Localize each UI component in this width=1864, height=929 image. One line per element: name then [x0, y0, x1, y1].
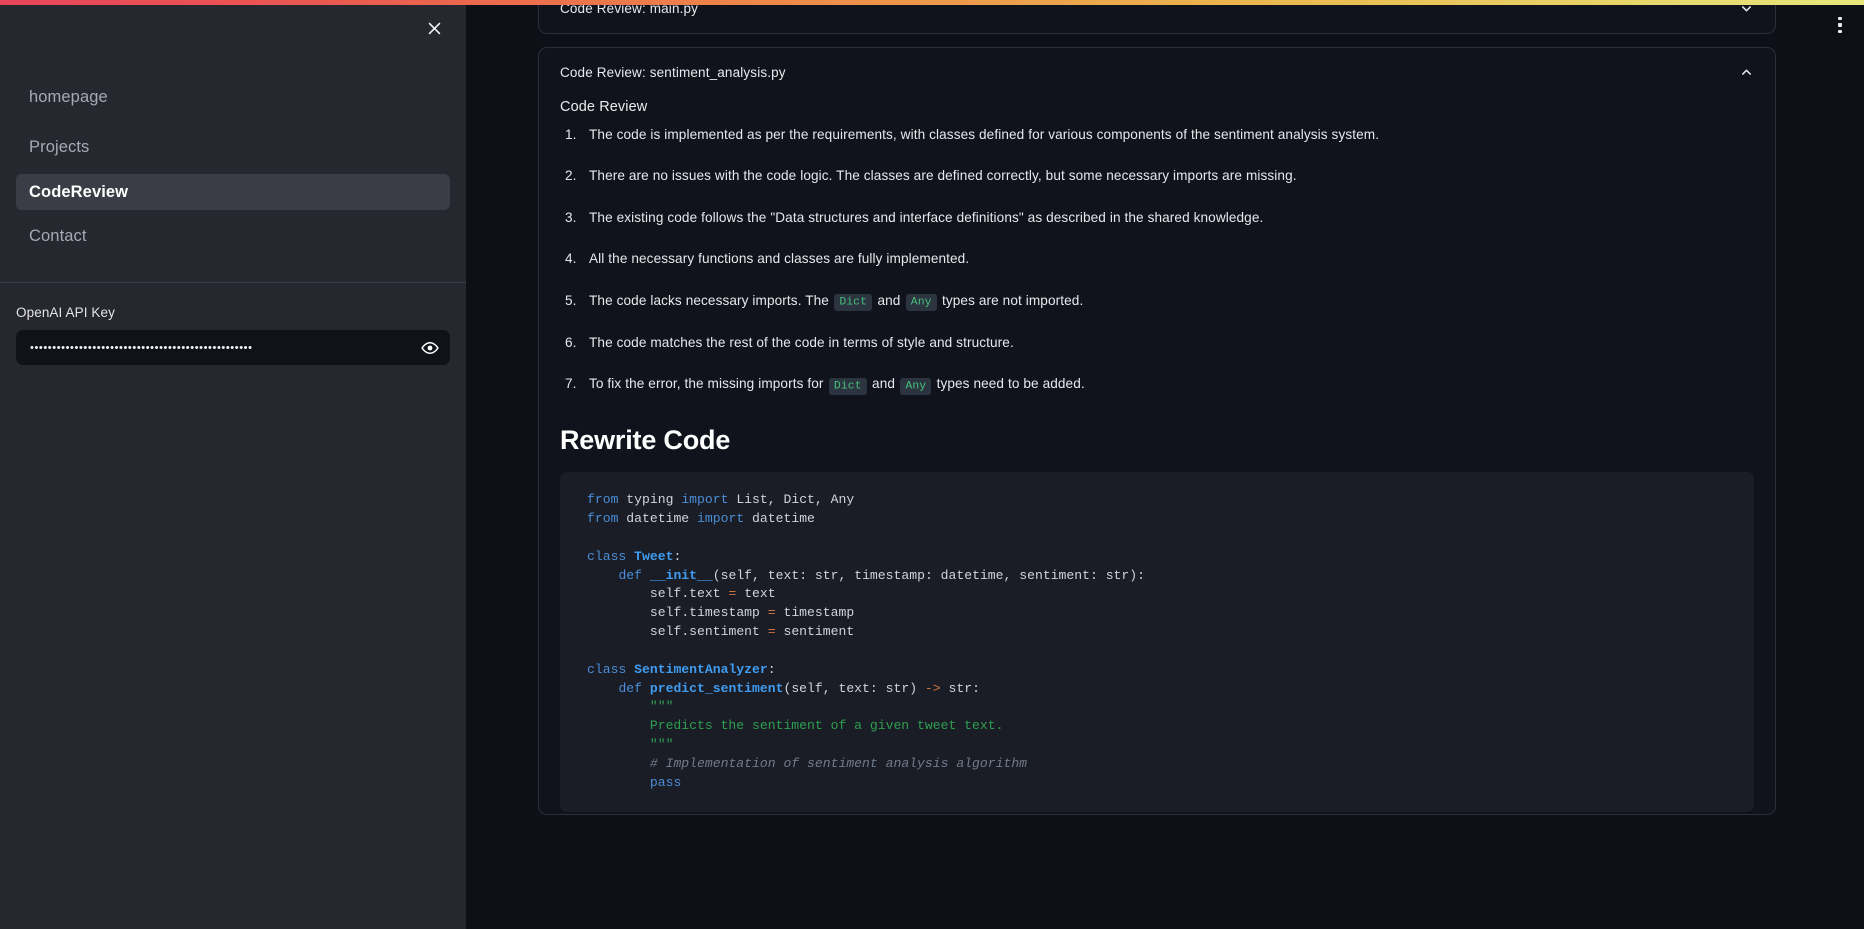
top-gradient-bar [0, 0, 1864, 5]
rewritten-code-block: from typing import List, Dict, Any from … [560, 472, 1754, 812]
rewrite-code-heading: Rewrite Code [560, 425, 731, 456]
review-list-item: The code is implemented as per the requi… [565, 125, 1380, 146]
review-card-expanded: Code Review: sentiment_analysis.py Code … [538, 47, 1776, 815]
review-list-item: All the necessary functions and classes … [565, 249, 970, 270]
more-vertical-icon[interactable] [1826, 11, 1854, 39]
chevron-up-icon[interactable] [1739, 65, 1754, 80]
sidebar-header [0, 5, 466, 51]
sidebar-item-homepage[interactable]: homepage [16, 79, 450, 115]
sidebar-item-codereview[interactable]: CodeReview [16, 174, 450, 210]
sidebar-item-label: homepage [29, 87, 108, 106]
inline-code: Dict [834, 294, 873, 312]
review-card-body: Code Review The code is implemented as p… [539, 99, 1775, 814]
inline-code: Any [905, 294, 937, 312]
review-card-header[interactable]: Code Review: sentiment_analysis.py [539, 48, 1775, 97]
review-card-title: Code Review: main.py [560, 5, 699, 16]
sidebar-nav: homepage Projects CodeReview Contact [0, 79, 466, 254]
review-list-item: To fix the error, the missing imports fo… [562, 374, 1754, 395]
review-section-heading: Code Review [560, 99, 648, 115]
main-panel: Code Review: main.py Code Review: sentim… [466, 0, 1864, 929]
inline-code: Any [900, 377, 932, 395]
sidebar-item-contact[interactable]: Contact [16, 218, 450, 254]
app-root: homepage Projects CodeReview Contact Ope… [0, 0, 1864, 929]
api-key-label: OpenAI API Key [16, 305, 115, 320]
sidebar-item-label: Projects [29, 137, 90, 156]
api-key-section: OpenAI API Key •••••••••••••••••••••••••… [0, 283, 466, 365]
sidebar: homepage Projects CodeReview Contact Ope… [0, 0, 466, 929]
review-card-collapsed: Code Review: main.py [538, 5, 1776, 34]
review-findings-list: The code is implemented as per the requi… [562, 125, 1754, 395]
sidebar-item-label: Contact [29, 226, 87, 245]
content-scroll-area: Code Review: main.py Code Review: sentim… [466, 5, 1864, 929]
inline-code: Dict [828, 377, 867, 395]
review-list-item: The code lacks necessary imports. The Di… [562, 291, 1754, 312]
review-card-title: Code Review: sentiment_analysis.py [560, 65, 786, 80]
review-list-item: The code matches the rest of the code in… [565, 333, 1014, 354]
review-list-item: There are no issues with the code logic.… [565, 166, 1297, 187]
review-list-item: The existing code follows the "Data stru… [565, 208, 1264, 229]
sidebar-item-projects[interactable]: Projects [16, 129, 450, 165]
sidebar-item-label: CodeReview [29, 182, 129, 201]
close-icon[interactable] [421, 15, 447, 41]
api-key-input[interactable]: ••••••••••••••••••••••••••••••••••••••••… [16, 342, 410, 354]
eye-icon[interactable] [410, 330, 450, 365]
review-card-header[interactable]: Code Review: main.py [539, 5, 1775, 33]
api-key-input-wrapper[interactable]: ••••••••••••••••••••••••••••••••••••••••… [16, 330, 450, 365]
chevron-down-icon[interactable] [1739, 5, 1754, 16]
